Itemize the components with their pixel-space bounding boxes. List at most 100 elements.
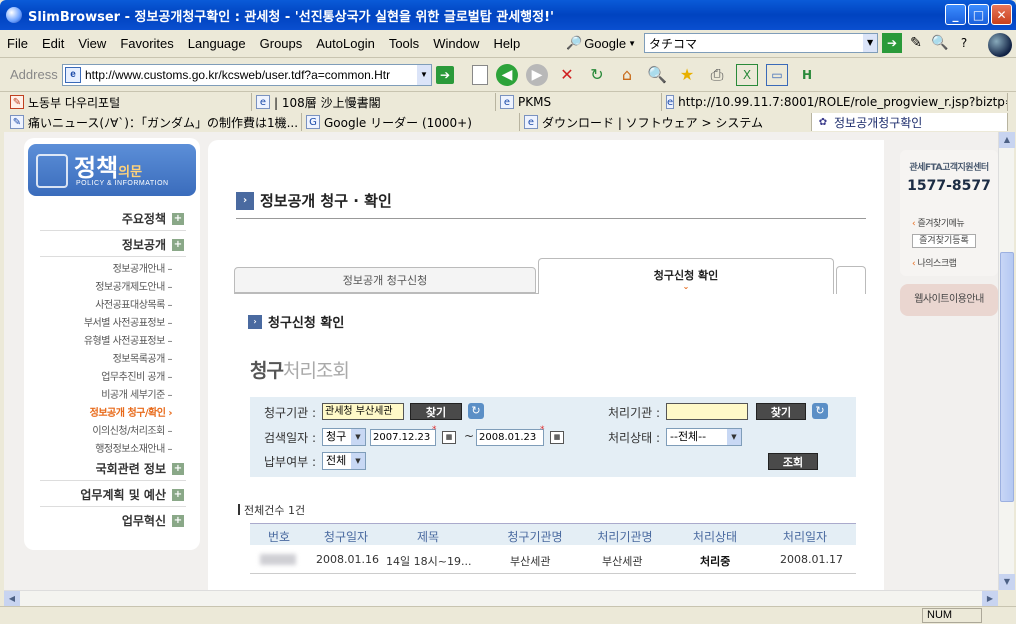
new-page-icon[interactable]	[472, 64, 488, 85]
submenu-item[interactable]: 이의신청/처리조회 –	[92, 422, 172, 437]
submenu-item-current[interactable]: 정보공개 청구/확인 ›	[90, 404, 173, 419]
bookmark-item[interactable]: ✎ 노동부 다우리포털	[6, 93, 252, 111]
find-icon[interactable]: 🔍	[930, 33, 950, 53]
menu-help[interactable]: Help	[486, 36, 527, 51]
minimize-button[interactable]: _	[945, 4, 966, 25]
bookmark-item[interactable]: e ダウンロード | ソフトウェア > システム	[520, 113, 812, 131]
favorites-star-icon[interactable]: ★	[676, 64, 698, 86]
search-go-icon[interactable]: ➔	[882, 33, 903, 53]
scroll-down-icon[interactable]: ▼	[999, 574, 1015, 590]
tab-request[interactable]: 정보공개 청구신청	[234, 267, 536, 293]
search-panel: 청구기관 : 관세청 부산세관 찾기 ↻ 처리기관 : 찾기 ↻ 검색일자 : …	[250, 397, 856, 477]
scrap-link[interactable]: ‹ 나의스크랩	[912, 256, 957, 269]
menu-window[interactable]: Window	[426, 36, 486, 51]
bookmark-item[interactable]: ✎ 痛いニュース(ﾉ∀`)：「ガンダム」の制作費は1機...	[6, 113, 302, 131]
scroll-left-icon[interactable]: ◀	[4, 591, 20, 607]
fav-add-button[interactable]: 즐겨찾기등록	[912, 234, 976, 248]
menu-plan-budget[interactable]: 업무계획 및 예산 +	[80, 486, 184, 503]
menu-autologin[interactable]: AutoLogin	[309, 36, 382, 51]
print-icon[interactable]: ⎙	[706, 64, 728, 86]
submenu-item[interactable]: 유형별 사전공표정보 –	[84, 332, 173, 347]
scroll-right-icon[interactable]: ▶	[982, 591, 998, 607]
submenu-item[interactable]: 정보공개안내 –	[113, 260, 173, 275]
tab-label: 청구신청 확인	[653, 269, 719, 282]
fav-menu-link[interactable]: ‹ 즐겨찾기메뉴	[912, 216, 965, 229]
bookmark-item[interactable]: e | 108層 沙上慢書閣	[252, 93, 496, 111]
menu-label: 업무계획 및 예산	[80, 488, 166, 502]
menu-file[interactable]: File	[0, 36, 35, 51]
scroll-thumb[interactable]	[1000, 252, 1014, 502]
agency-find-button[interactable]: 찾기	[410, 403, 462, 420]
calendar-icon[interactable]: ▦	[550, 431, 564, 444]
bookmark-item[interactable]: G Google リーダー (1000+)	[302, 113, 520, 131]
agency-reset-icon[interactable]: ↻	[468, 403, 484, 419]
close-button[interactable]: ✕	[991, 4, 1012, 25]
site-guide-button[interactable]: 웹사이트이용안내	[900, 284, 998, 316]
submenu-item[interactable]: 업무추진비 공개 –	[101, 368, 172, 383]
menu-edit[interactable]: Edit	[35, 36, 71, 51]
html-icon[interactable]: H	[796, 64, 818, 86]
date-type-select[interactable]: 청구 ▼	[322, 428, 366, 446]
agency-input[interactable]: 관세청 부산세관	[322, 403, 404, 420]
back-icon[interactable]: ◀	[496, 63, 518, 86]
search-engine-button[interactable]: 🔎 Google ▼	[562, 35, 640, 51]
search-icon[interactable]: 🔍	[646, 64, 668, 86]
proc-agency-reset-icon[interactable]: ↻	[812, 403, 828, 419]
cell-title-link[interactable]: 14일 18시~19...	[386, 553, 471, 569]
cell-proc-agency: 부산세관	[602, 555, 643, 568]
date-from-input[interactable]: 2007.12.23	[370, 429, 436, 446]
submenu-item[interactable]: 부서별 사전공표정보 –	[84, 314, 173, 329]
search-dropdown-icon[interactable]: ▼	[863, 34, 878, 52]
menu-main-policy[interactable]: 주요정책 +	[122, 210, 184, 227]
go-button[interactable]: ➔	[436, 65, 454, 84]
bookmark-item[interactable]: e PKMS	[496, 93, 662, 111]
forward-icon[interactable]: ▶	[526, 63, 548, 86]
stop-icon[interactable]: ✕	[556, 64, 578, 86]
excel-icon[interactable]: X	[736, 63, 758, 86]
bookmark-item[interactable]: e http://10.99.11.7:8001/ROLE/role_progv…	[662, 93, 1008, 111]
calendar-icon[interactable]: ▦	[442, 431, 456, 444]
search-submit-button[interactable]: 조회	[768, 453, 818, 470]
scroll-up-icon[interactable]: ▲	[999, 132, 1015, 148]
proc-agency-find-button[interactable]: 찾기	[756, 403, 806, 420]
payment-select[interactable]: 전체 ▼	[322, 452, 366, 470]
submenu-item[interactable]: 비공개 세부기준 –	[101, 386, 172, 401]
cell-proc-date: 2008.01.17	[780, 553, 843, 566]
menu-language[interactable]: Language	[181, 36, 253, 51]
chevron-down-icon: ▼	[351, 429, 365, 445]
menu-assembly-info[interactable]: 국회관련 정보 +	[96, 460, 184, 477]
menu-favorites[interactable]: Favorites	[113, 36, 180, 51]
menu-innovation[interactable]: 업무혁신 +	[122, 512, 184, 529]
maximize-button[interactable]: □	[968, 4, 989, 25]
refresh-icon[interactable]: ↻	[586, 64, 608, 86]
submenu-item[interactable]: 행정정보소재안내 –	[95, 440, 172, 455]
submenu-item[interactable]: 정보공개제도안내 –	[95, 278, 172, 293]
home-icon[interactable]: ⌂	[616, 64, 638, 86]
plus-icon: +	[172, 514, 184, 527]
policy-logo[interactable]: 정책의문 POLICY & INFORMATION	[28, 144, 196, 196]
tab-confirm[interactable]: 청구신청 확인 ⌄	[538, 258, 834, 294]
vertical-scrollbar[interactable]: ▲ ▼	[998, 132, 1015, 590]
tab-extra[interactable]	[836, 266, 866, 294]
status-select[interactable]: --전체-- ▼	[666, 428, 742, 446]
menu-tools[interactable]: Tools	[382, 36, 426, 51]
menu-view[interactable]: View	[71, 36, 113, 51]
menu-info-disclosure[interactable]: 정보공개 +	[122, 236, 184, 253]
submenu-item[interactable]: 사전공표대상목록 –	[95, 296, 172, 311]
date-separator: ~	[464, 429, 475, 443]
date-to-input[interactable]: 2008.01.23	[476, 429, 544, 446]
window-icon[interactable]: ▭	[766, 63, 788, 86]
bookmark-item-active[interactable]: ✿ 정보공개청구확인	[812, 113, 1008, 131]
proc-agency-input[interactable]	[666, 403, 748, 420]
help-icon[interactable]: ?	[954, 33, 974, 53]
highlighter-icon[interactable]: ✎	[906, 33, 926, 53]
horizontal-scrollbar[interactable]: ◀ ▶	[4, 590, 998, 607]
menu-groups[interactable]: Groups	[253, 36, 310, 51]
result-count: 전체건수 1건	[238, 502, 305, 518]
divider	[250, 573, 856, 574]
address-dropdown-icon[interactable]: ▼	[417, 64, 431, 85]
cell-status: 처리중	[700, 555, 731, 568]
address-input[interactable]: e http://www.customs.go.kr/kcsweb/user.t…	[62, 63, 432, 86]
search-input[interactable]: タチコマ ▼	[644, 33, 879, 53]
submenu-item[interactable]: 정보목록공개 –	[113, 350, 173, 365]
